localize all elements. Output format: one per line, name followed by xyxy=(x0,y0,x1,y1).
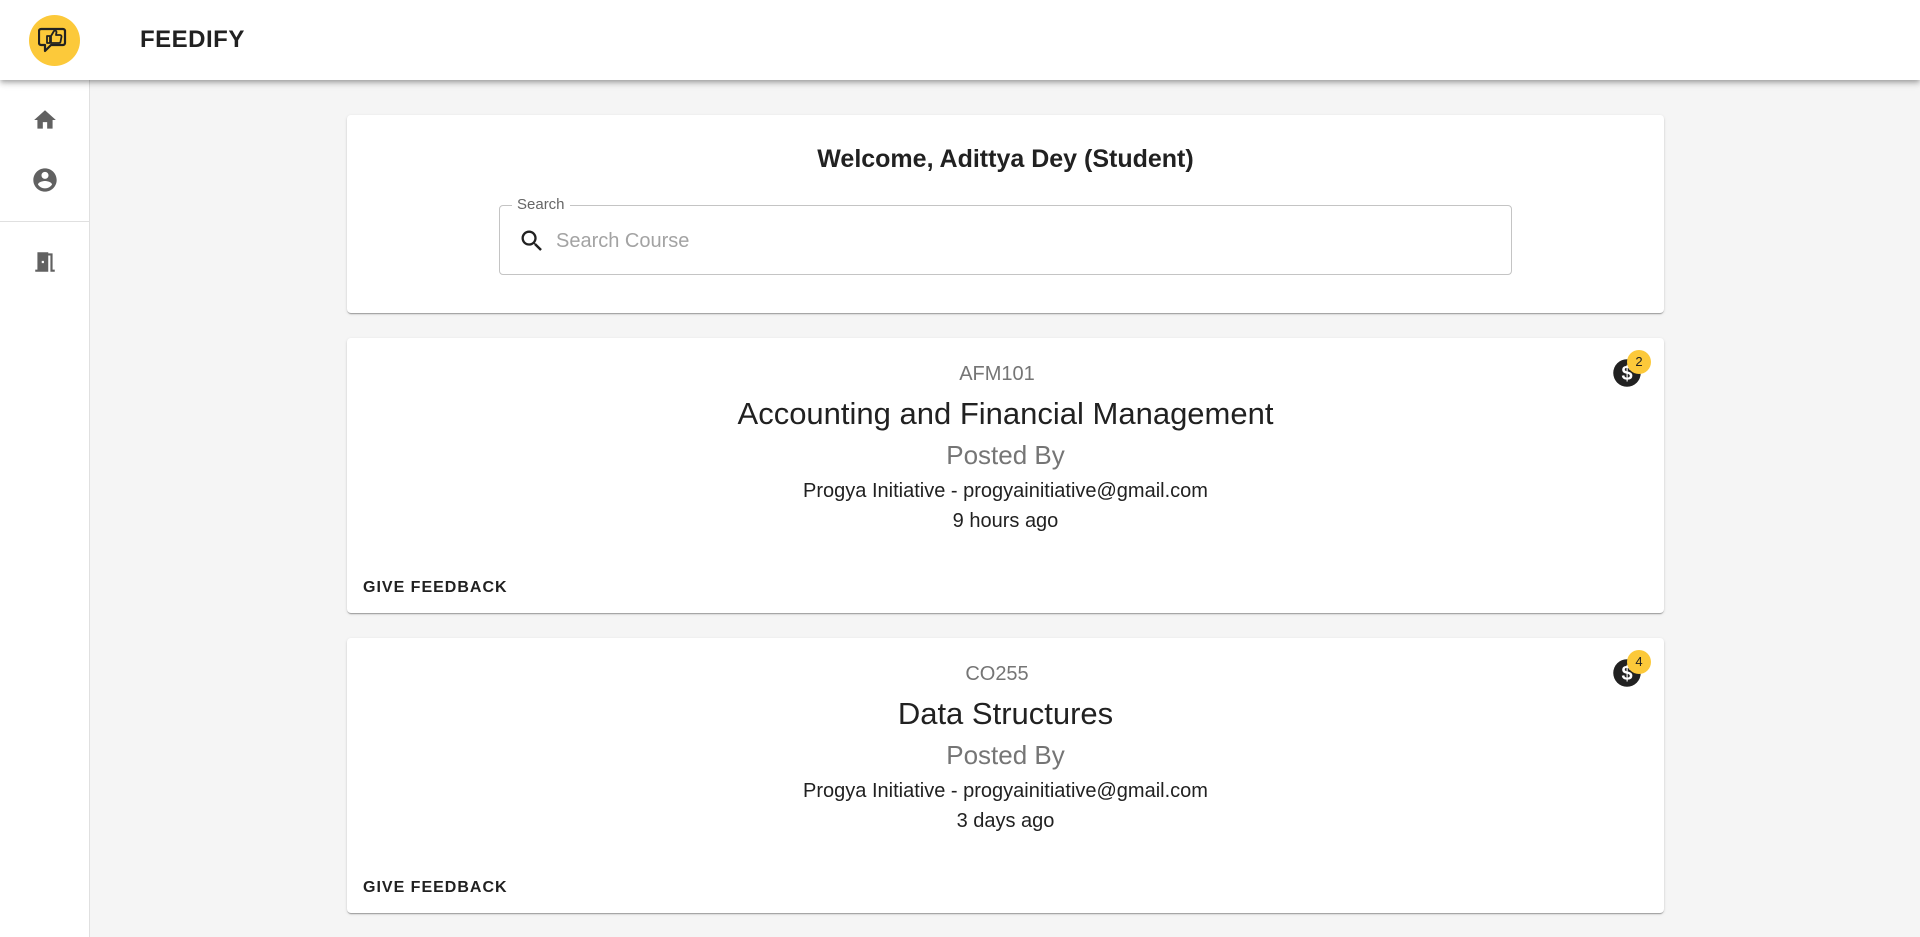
course-card: CO255 Data Structures Posted By Progya I… xyxy=(347,638,1664,913)
give-feedback-button[interactable]: GIVE FEEDBACK xyxy=(355,570,516,606)
logout-door-icon xyxy=(34,252,55,272)
drawer-divider xyxy=(0,221,89,222)
nav-profile[interactable] xyxy=(0,156,89,204)
nav-logout[interactable] xyxy=(0,238,89,286)
credits-badge[interactable]: $ 4 xyxy=(1612,650,1651,688)
course-title: Accounting and Financial Management xyxy=(737,396,1274,431)
course-author: Progya Initiative - progyainitiative@gma… xyxy=(803,480,1208,502)
give-feedback-button[interactable]: GIVE FEEDBACK xyxy=(355,870,516,906)
feedify-logo-icon[interactable] xyxy=(29,15,80,66)
welcome-card: Welcome, Adittya Dey (Student) Search xyxy=(347,115,1664,313)
course-title: Data Structures xyxy=(897,696,1114,731)
posted-by-label: Posted By xyxy=(946,440,1065,470)
course-code: AFM101 xyxy=(959,363,1035,385)
course-time: 9 hours ago xyxy=(952,510,1059,532)
welcome-title: Welcome, Adittya Dey (Student) xyxy=(817,145,1194,173)
search-field[interactable]: Search xyxy=(499,196,1512,275)
search-input[interactable] xyxy=(556,222,1486,260)
home-icon xyxy=(33,110,56,129)
course-author: Progya Initiative - progyainitiative@gma… xyxy=(803,780,1208,802)
badge-count: 4 xyxy=(1627,650,1651,674)
search-label: Search xyxy=(512,196,570,213)
account-circle-icon xyxy=(32,168,57,192)
app-brand-title: FEEDIFY xyxy=(140,26,245,53)
course-code: CO255 xyxy=(965,663,1029,685)
credits-badge[interactable]: $ 2 xyxy=(1612,350,1651,388)
course-card: AFM101 Accounting and Financial Manageme… xyxy=(347,338,1664,613)
badge-count: 2 xyxy=(1627,350,1651,374)
posted-by-label: Posted By xyxy=(946,740,1065,770)
app-bar: FEEDIFY xyxy=(0,0,1920,80)
search-icon xyxy=(521,230,542,251)
course-time: 3 days ago xyxy=(956,810,1055,832)
side-drawer xyxy=(0,80,90,937)
nav-home[interactable] xyxy=(0,96,89,144)
